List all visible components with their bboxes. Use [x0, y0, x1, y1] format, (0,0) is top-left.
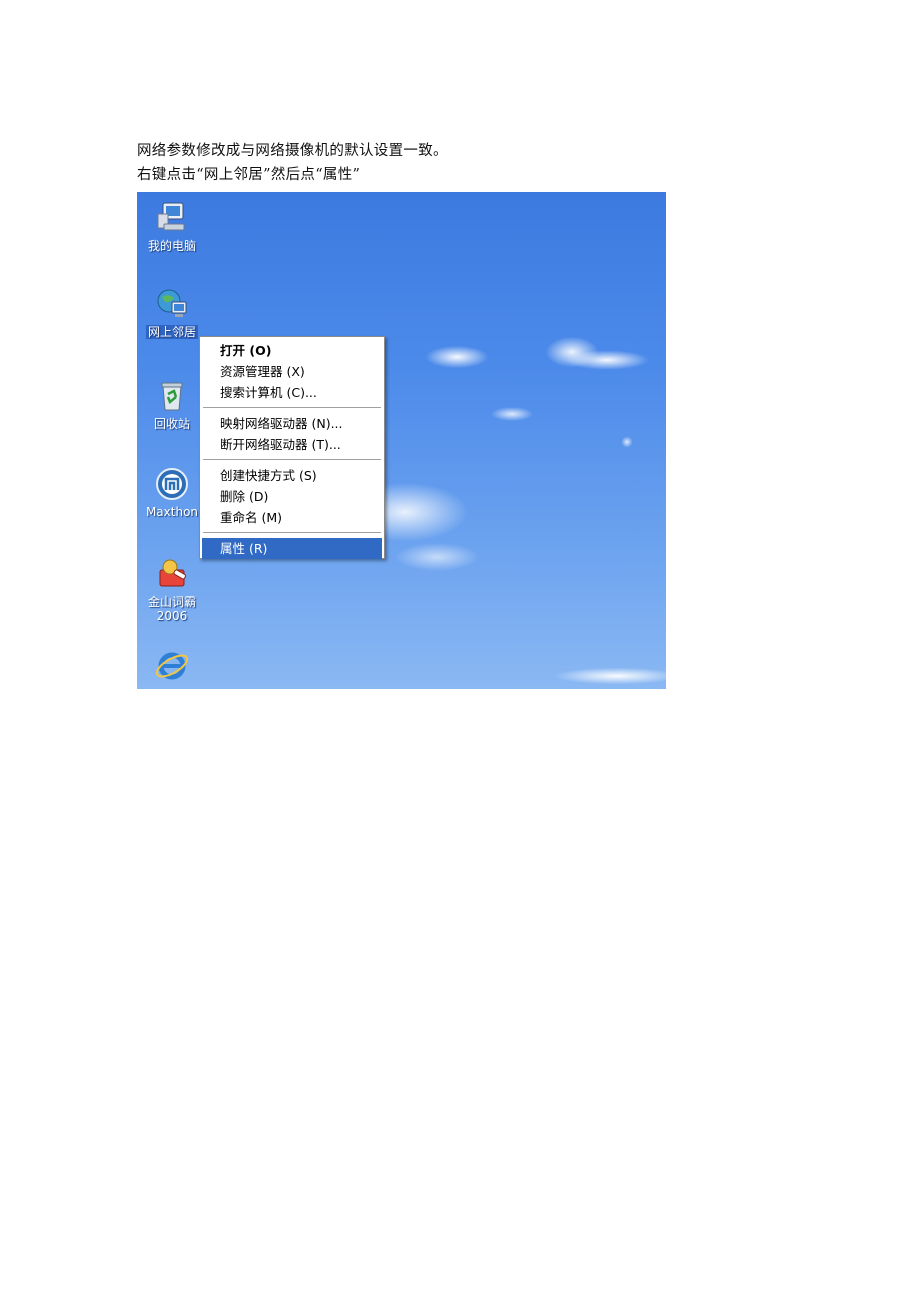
context-menu: 打开 (O) 资源管理器 (X) 搜索计算机 (C)... 映射网络驱动器 (N…	[199, 336, 385, 559]
internet-explorer-icon	[155, 652, 189, 680]
menu-item-explore[interactable]: 资源管理器 (X)	[200, 361, 384, 382]
desktop-icon-internet-explorer[interactable]	[137, 648, 207, 687]
menu-item-delete[interactable]: 删除 (D)	[200, 486, 384, 507]
maxthon-icon	[156, 468, 188, 500]
menu-item-map-network-drive[interactable]: 映射网络驱动器 (N)...	[200, 413, 384, 434]
my-computer-icon	[157, 202, 185, 231]
instruction-caption-2: 右键点击“网上邻居”然后点“属性”	[137, 167, 361, 183]
menu-separator	[203, 407, 381, 408]
desktop-icon-label: Maxthon	[145, 505, 199, 519]
windows-desktop-screenshot: 我的电脑 网上邻居 回收站 Maxthon 金山词霸 2006 打开 (O) 资…	[137, 192, 666, 689]
menu-item-search-computers[interactable]: 搜索计算机 (C)...	[200, 382, 384, 403]
kingsoft-dictionary-icon	[159, 559, 186, 587]
menu-item-create-shortcut[interactable]: 创建快捷方式 (S)	[200, 465, 384, 486]
desktop-icon-label: 金山词霸	[147, 595, 196, 609]
desktop-icon-label: 网上邻居	[145, 325, 198, 339]
desktop-icon-label: 我的电脑	[147, 239, 196, 253]
desktop-icon-kingsoft-dictionary[interactable]: 金山词霸 2006	[137, 556, 207, 623]
desktop-icon-my-computer[interactable]: 我的电脑	[137, 200, 207, 253]
desktop-icon-label: 回收站	[153, 417, 190, 431]
desktop-icon-network-places[interactable]: 网上邻居	[137, 286, 207, 339]
menu-item-rename[interactable]: 重命名 (M)	[200, 507, 384, 528]
desktop-icon-label-line2: 2006	[156, 609, 188, 623]
network-places-icon	[157, 289, 187, 317]
desktop-icon-maxthon[interactable]: Maxthon	[137, 466, 207, 519]
menu-separator	[203, 459, 381, 460]
desktop-icon-recycle-bin[interactable]: 回收站	[137, 378, 207, 431]
recycle-bin-icon	[161, 382, 183, 411]
menu-item-disconnect-network-drive[interactable]: 断开网络驱动器 (T)...	[200, 434, 384, 455]
menu-separator	[203, 532, 381, 533]
menu-item-open[interactable]: 打开 (O)	[200, 340, 384, 361]
instruction-caption-1: 网络参数修改成与网络摄像机的默认设置一致。	[137, 143, 448, 159]
menu-item-properties[interactable]: 属性 (R)	[202, 538, 382, 559]
